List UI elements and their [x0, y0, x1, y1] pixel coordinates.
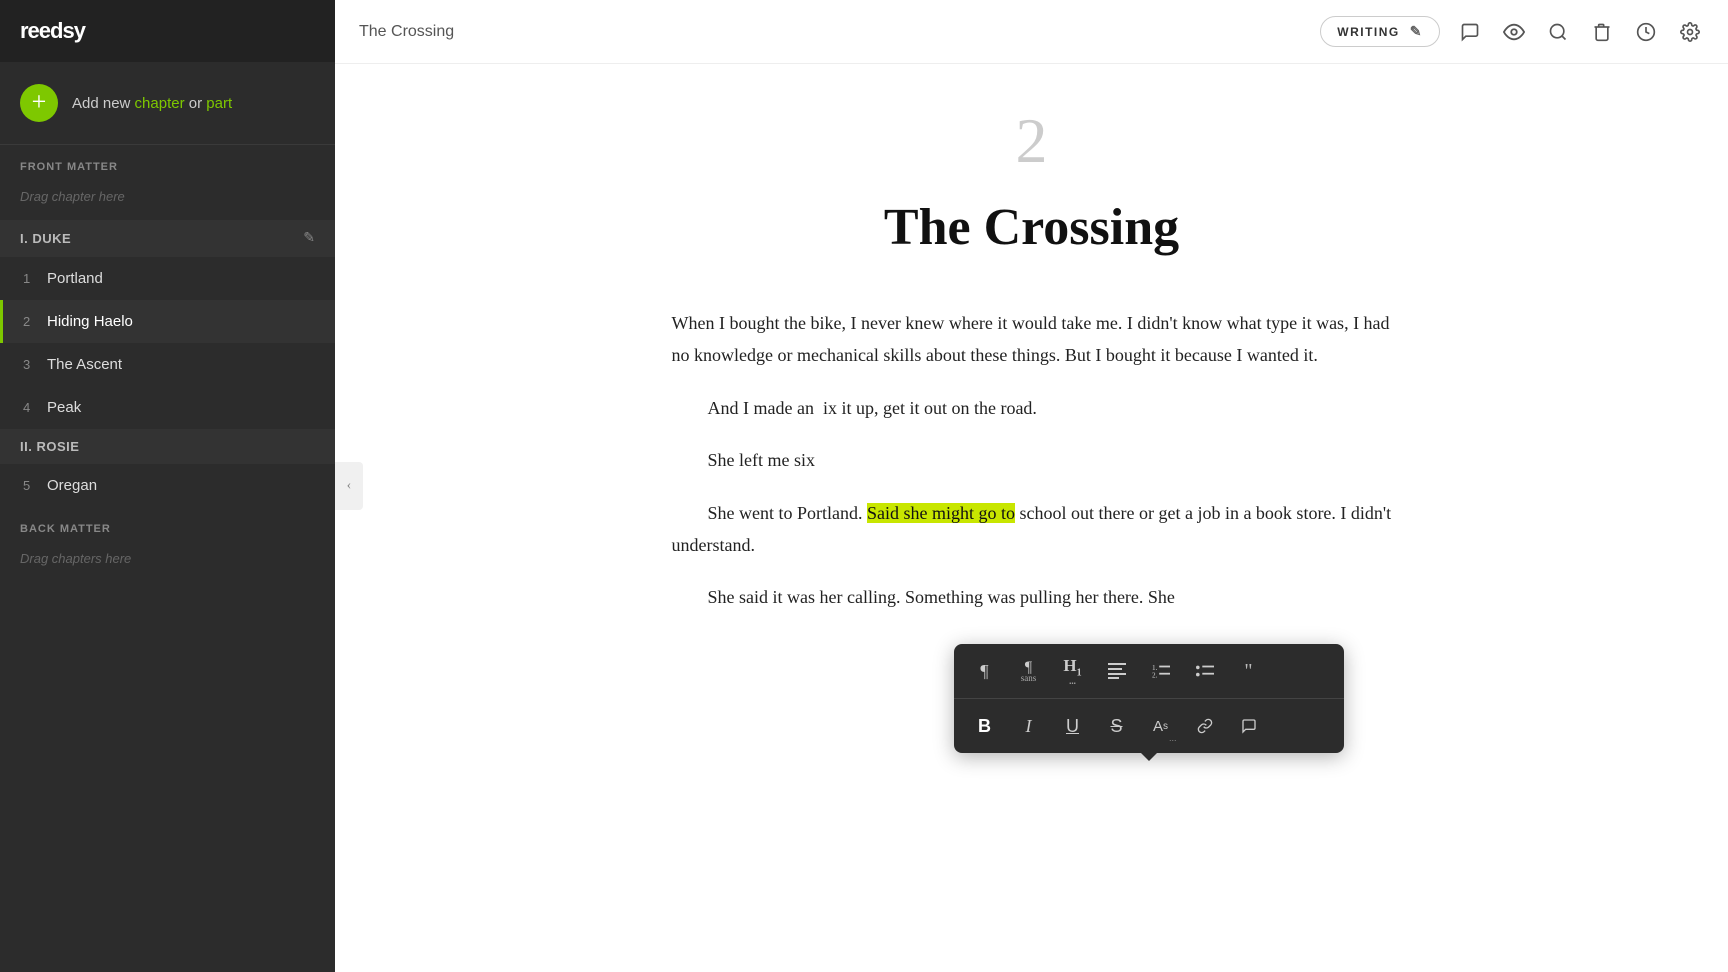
toolbar-italic-button[interactable]: I [1008, 705, 1050, 747]
chapter-title-peak: Peak [47, 399, 81, 416]
paragraph-5: She said it was her calling. Something w… [672, 581, 1392, 613]
toolbar-ordered-list-button[interactable]: 1.2. [1140, 650, 1182, 692]
chapter-item-portland[interactable]: 1 Portland [0, 257, 335, 300]
toolbar-unordered-list-button[interactable] [1184, 650, 1226, 692]
part-2-label: II. ROSIE [20, 439, 79, 454]
chapter-num-2: 2 [23, 314, 47, 329]
add-part-link[interactable]: part [206, 95, 232, 112]
main-panel: The Crossing WRITING ✎ [335, 0, 1728, 972]
topbar: The Crossing WRITING ✎ [335, 0, 1728, 64]
chapter-num-3: 3 [23, 357, 47, 372]
chapter-title-oregan: Oregan [47, 477, 97, 494]
toolbar-blockquote-button[interactable]: " [1228, 650, 1270, 692]
toolbar-superscript-button[interactable]: As... [1140, 705, 1182, 747]
add-chapter-link[interactable]: chapter [135, 95, 185, 112]
back-matter-label: BACK MATTER [0, 507, 335, 543]
part-1-edit-icon[interactable]: ✎ [303, 230, 315, 247]
chapter-number-display: 2 [672, 104, 1392, 178]
chapter-title-the-ascent: The Ascent [47, 356, 122, 373]
trash-icon-button[interactable] [1588, 18, 1616, 46]
app-logo: reedsy [20, 18, 85, 44]
chapter-title-display: The Crossing [672, 198, 1392, 257]
part-1-header: I. DUKE ✎ [0, 220, 335, 257]
paragraph-3: She left me six [672, 444, 1392, 476]
topbar-chapter-title: The Crossing [359, 23, 454, 41]
toolbar-row-1: ¶ ¶ sans H1 ... 1.2. [954, 644, 1344, 699]
writing-mode-label: WRITING [1337, 25, 1400, 39]
chapter-item-hiding-haelo[interactable]: 2 Hiding Haelo [0, 300, 335, 343]
front-matter-placeholder: Drag chapter here [0, 181, 335, 220]
toolbar-heading-button[interactable]: H1 ... [1052, 650, 1094, 692]
editor-area[interactable]: 2 The Crossing When I bought the bike, I… [335, 64, 1728, 972]
collapse-sidebar-button[interactable]: ‹ [335, 462, 363, 510]
paragraph-1: When I bought the bike, I never knew whe… [672, 307, 1392, 372]
sidebar: reedsy + Add new chapter or part FRONT M… [0, 0, 335, 972]
part-2-header: II. ROSIE [0, 429, 335, 464]
add-new-label: Add new chapter or part [72, 95, 232, 112]
chapter-item-oregan[interactable]: 5 Oregan [0, 464, 335, 507]
comment-icon-button[interactable] [1456, 18, 1484, 46]
chapter-item-the-ascent[interactable]: 3 The Ascent [0, 343, 335, 386]
paragraph-2: And I made an ix it up, get it out on th… [672, 392, 1392, 424]
highlighted-text: Said she might go to [867, 503, 1015, 523]
writing-mode-edit-icon: ✎ [1410, 23, 1423, 40]
add-new-section: + Add new chapter or part [0, 62, 335, 145]
chapter-title-hiding-haelo: Hiding Haelo [47, 313, 133, 330]
svg-text:2.: 2. [1152, 671, 1158, 679]
add-chapter-button[interactable]: + [20, 84, 58, 122]
search-icon-button[interactable] [1544, 18, 1572, 46]
preview-icon-button[interactable] [1500, 18, 1528, 46]
paragraph-4: She went to Portland. Said she might go … [672, 497, 1392, 562]
part-1-label: I. DUKE [20, 231, 71, 246]
toolbar-align-button[interactable] [1096, 650, 1138, 692]
topbar-right: WRITING ✎ [1320, 16, 1704, 47]
chapter-item-peak[interactable]: 4 Peak [0, 386, 335, 429]
chapter-num-5: 5 [23, 478, 47, 493]
front-matter-label: FRONT MATTER [0, 145, 335, 181]
history-icon-button[interactable] [1632, 18, 1660, 46]
toolbar-row-2: B I U S As... [954, 699, 1344, 753]
chapter-body[interactable]: When I bought the bike, I never knew whe… [672, 307, 1392, 614]
back-matter-placeholder: Drag chapters here [0, 543, 335, 582]
writing-mode-badge[interactable]: WRITING ✎ [1320, 16, 1440, 47]
toolbar-bold-button[interactable]: B [964, 705, 1006, 747]
toolbar-comment-button[interactable] [1228, 705, 1270, 747]
chapter-num-1: 1 [23, 271, 47, 286]
chapter-title-portland: Portland [47, 270, 103, 287]
editor-content: 2 The Crossing When I bought the bike, I… [672, 64, 1392, 912]
toolbar-paragraph-sans-button[interactable]: ¶ sans [1008, 650, 1050, 692]
toolbar-underline-button[interactable]: U [1052, 705, 1094, 747]
toolbar-strikethrough-button[interactable]: S [1096, 705, 1138, 747]
settings-icon-button[interactable] [1676, 18, 1704, 46]
sidebar-header: reedsy [0, 0, 335, 62]
chapter-num-4: 4 [23, 400, 47, 415]
toolbar-paragraph-button[interactable]: ¶ [964, 650, 1006, 692]
floating-toolbar: ¶ ¶ sans H1 ... 1.2. [954, 644, 1344, 753]
toolbar-link-button[interactable] [1184, 705, 1226, 747]
